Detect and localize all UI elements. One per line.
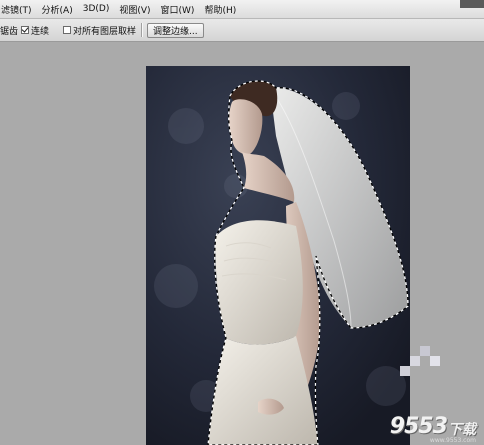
pixel-artifact [420,346,430,356]
site-watermark: 9553 下载 www.9553.com [389,414,476,444]
document-canvas[interactable] [146,66,410,445]
menu-analysis[interactable]: 分析(A) [42,3,73,16]
pixel-artifact [410,356,420,366]
contiguous-option[interactable]: 连续 [21,24,49,37]
menu-bar: 滤镜(T) 分析(A) 3D(D) 视图(V) 窗口(W) 帮助(H) [0,0,484,19]
anti-alias-label[interactable]: 锯齿 [0,24,18,37]
menu-view[interactable]: 视图(V) [119,3,150,16]
options-divider [141,23,144,37]
contiguous-checkbox[interactable] [21,26,30,34]
window-title-strip [460,0,484,8]
watermark-text: 下载 [448,422,476,438]
sample-all-layers-checkbox[interactable] [63,26,72,34]
menu-help[interactable]: 帮助(H) [204,3,236,16]
menu-filter[interactable]: 滤镜(T) [1,3,32,16]
refine-edge-button[interactable]: 调整边缘... [147,22,204,38]
watermark-url: www.9553.com [429,437,476,444]
sample-all-layers-option[interactable]: 对所有图层取样 [63,24,136,37]
watermark-number: 9553 [389,414,448,439]
options-bar: 锯齿 连续 对所有图层取样 调整边缘... [0,19,484,42]
bride-photo [146,66,410,445]
menu-window[interactable]: 窗口(W) [161,3,195,16]
menu-3d[interactable]: 3D(D) [83,4,110,14]
pixel-artifact [400,366,410,376]
contiguous-label: 连续 [31,26,50,37]
pixel-artifact [430,356,440,366]
sample-all-layers-label: 对所有图层取样 [73,26,137,37]
